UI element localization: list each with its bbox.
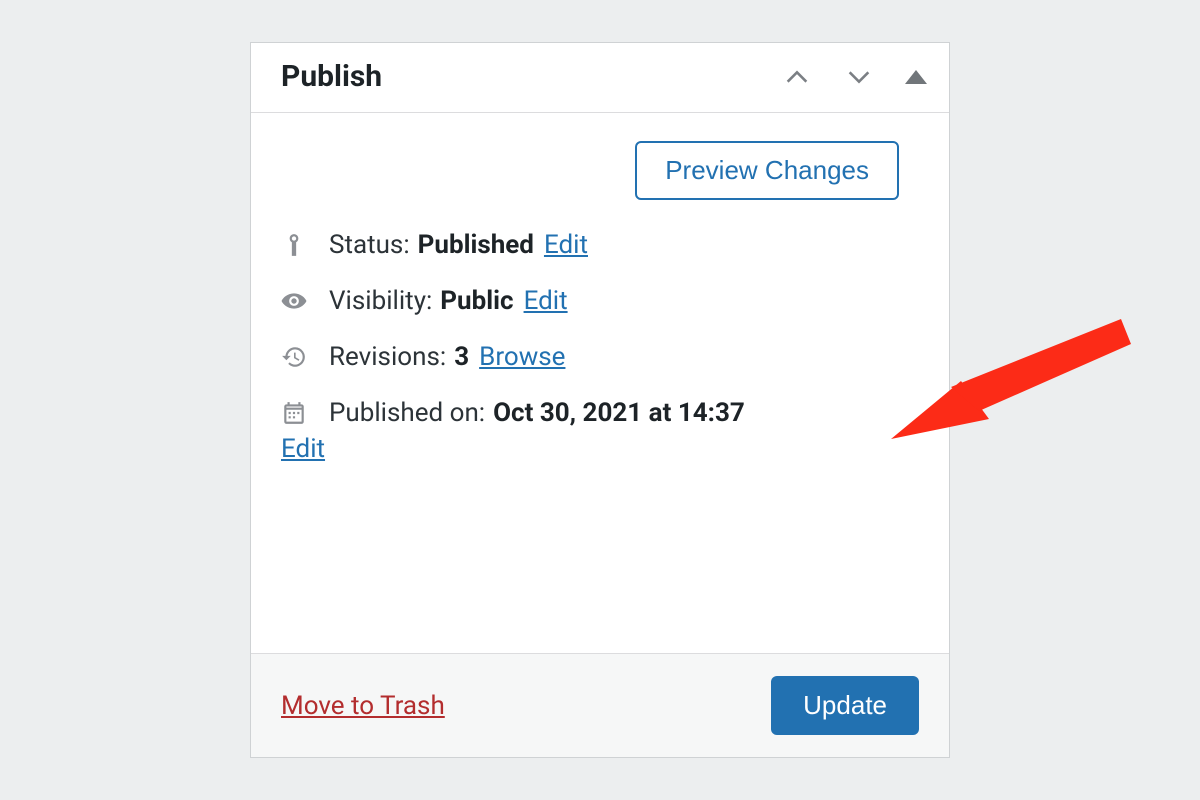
update-button[interactable]: Update — [771, 676, 919, 735]
chevron-down-icon — [845, 63, 873, 91]
publish-title: Publish — [281, 59, 781, 94]
visibility-label: Visibility: — [329, 286, 432, 316]
status-edit-link[interactable]: Edit — [544, 230, 588, 260]
published-on-row: Published on: Oct 30, 2021 at 14:37 Edit — [281, 398, 919, 464]
annotation-arrow-icon — [891, 319, 1151, 473]
chevron-up-icon — [783, 63, 811, 91]
status-row: Status: Published Edit — [281, 230, 919, 260]
visibility-value: Public — [440, 286, 513, 316]
move-up-button[interactable] — [781, 61, 813, 93]
move-to-trash-link[interactable]: Move to Trash — [281, 691, 445, 721]
status-value: Published — [418, 230, 534, 260]
history-icon — [281, 344, 329, 370]
visibility-row: Visibility: Public Edit — [281, 286, 919, 316]
header-controls — [781, 61, 927, 93]
publish-metabox-header: Publish — [251, 43, 949, 113]
revisions-label: Revisions: — [329, 342, 446, 372]
collapse-toggle-icon[interactable] — [905, 70, 927, 84]
published-on-edit-link[interactable]: Edit — [281, 434, 919, 464]
status-label: Status: — [329, 230, 410, 260]
eye-icon — [281, 288, 329, 314]
publish-metabox: Publish Preview Changes Status: Publishe… — [250, 42, 950, 758]
publish-metabox-body: Preview Changes Status: Published Edit V… — [251, 113, 949, 653]
calendar-icon — [281, 400, 329, 426]
publish-metabox-footer: Move to Trash Update — [251, 653, 949, 757]
move-down-button[interactable] — [843, 61, 875, 93]
preview-row: Preview Changes — [281, 141, 919, 200]
revisions-count: 3 — [454, 342, 469, 372]
visibility-edit-link[interactable]: Edit — [524, 286, 568, 316]
published-on-value: Oct 30, 2021 at 14:37 — [493, 398, 745, 428]
preview-changes-button[interactable]: Preview Changes — [635, 141, 899, 200]
key-icon — [281, 232, 329, 258]
revisions-browse-link[interactable]: Browse — [479, 342, 565, 372]
published-on-label: Published on: — [329, 398, 485, 428]
revisions-row: Revisions: 3 Browse — [281, 342, 919, 372]
